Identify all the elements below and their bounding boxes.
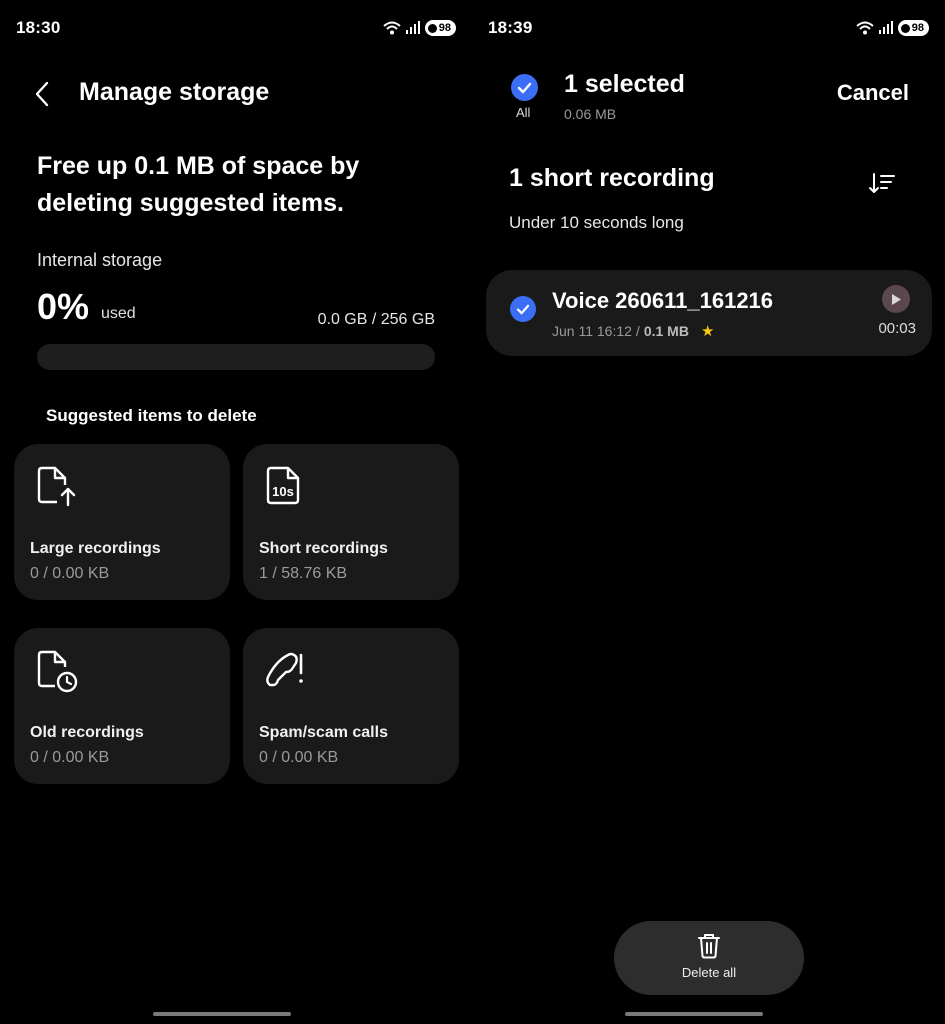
page-title: Manage storage: [79, 78, 270, 106]
gesture-handle[interactable]: [625, 1012, 763, 1016]
selected-count: 1 selected: [564, 70, 685, 98]
short-recordings-screen: 18:39 98 All 1 selected 0.06 MB Cancel 1…: [472, 0, 945, 1024]
card-count: 0 / 0.00 KB: [30, 749, 110, 766]
delete-all-button[interactable]: Delete all: [614, 921, 804, 995]
recording-meta: Jun 11 16:12 / 0.1 MB ★: [552, 322, 714, 340]
gesture-handle[interactable]: [153, 1012, 291, 1016]
play-button[interactable]: [882, 285, 910, 313]
storage-capacity: 0.0 GB / 256 GB: [317, 311, 435, 328]
card-count: 0 / 0.00 KB: [259, 749, 339, 766]
status-time: 18:30: [16, 18, 61, 37]
status-icons: 98: [383, 20, 456, 36]
file-upload-icon: [37, 466, 76, 507]
checkmark-icon: [517, 82, 532, 93]
signal-icon: [878, 21, 893, 34]
used-label: used: [101, 305, 136, 322]
old-recordings-card[interactable]: Old recordings 0 / 0.00 KB: [14, 628, 230, 784]
select-all-checkbox[interactable]: [511, 74, 538, 101]
manage-storage-screen: 18:30 98 Manage storage Free up 0.1 MB o…: [0, 0, 472, 1024]
file-clock-icon: [37, 650, 78, 693]
battery-heart-icon: [427, 23, 437, 33]
10s-file-icon: 10s: [266, 466, 300, 505]
item-checkbox[interactable]: [510, 296, 536, 322]
play-icon: [892, 293, 901, 305]
select-all-label: All: [516, 105, 531, 120]
card-label: Old recordings: [30, 724, 144, 741]
star-icon: ★: [700, 323, 715, 340]
section-title: 1 short recording: [509, 164, 715, 192]
card-count: 0 / 0.00 KB: [30, 565, 110, 582]
signal-icon: [405, 21, 420, 34]
checkmark-icon: [516, 304, 530, 314]
meta-separator: /: [635, 323, 640, 339]
icon-badge: 10s: [272, 484, 294, 499]
section-subtitle: Under 10 seconds long: [509, 213, 684, 232]
card-label: Spam/scam calls: [259, 724, 388, 741]
back-button[interactable]: [34, 80, 60, 108]
recording-duration: 00:03: [878, 320, 916, 337]
trash-icon: [698, 934, 720, 959]
wifi-icon: [383, 21, 401, 35]
recording-list-item[interactable]: Voice 260611_161216 Jun 11 16:12 / 0.1 M…: [486, 270, 932, 356]
recording-size: 0.1 MB: [643, 323, 689, 339]
battery-indicator: 98: [424, 20, 456, 36]
status-time: 18:39: [488, 18, 533, 37]
delete-all-label: Delete all: [681, 965, 737, 980]
short-recordings-card[interactable]: 10s Short recordings 1 / 58.76 KB: [243, 444, 459, 600]
card-label: Short recordings: [259, 540, 388, 557]
cancel-button[interactable]: Cancel: [837, 80, 909, 106]
selected-size: 0.06 MB: [564, 106, 617, 122]
status-bar: 18:39 98: [488, 14, 929, 42]
free-up-headline: Free up 0.1 MB of space by deleting sugg…: [37, 152, 360, 217]
phone-warning-icon: [266, 652, 303, 687]
recording-date: Jun 11 16:12: [552, 323, 632, 339]
status-icons: 98: [856, 20, 929, 36]
recording-name: Voice 260611_161216: [552, 288, 774, 313]
storage-label: Internal storage: [37, 250, 163, 270]
status-bar: 18:30 98: [16, 14, 456, 42]
battery-indicator: 98: [897, 20, 929, 36]
large-recordings-card[interactable]: Large recordings 0 / 0.00 KB: [14, 444, 230, 600]
spam-scam-calls-card[interactable]: Spam/scam calls 0 / 0.00 KB: [243, 628, 459, 784]
battery-heart-icon: [900, 23, 910, 33]
suggested-header: Suggested items to delete: [46, 406, 257, 425]
usage-percent: 0%: [37, 286, 90, 327]
wifi-icon: [856, 21, 874, 35]
card-label: Large recordings: [30, 540, 161, 557]
sort-icon[interactable]: [868, 170, 896, 198]
card-count: 1 / 58.76 KB: [259, 565, 348, 582]
chevron-left-icon: [35, 81, 49, 107]
storage-usage-bar: [37, 344, 435, 370]
